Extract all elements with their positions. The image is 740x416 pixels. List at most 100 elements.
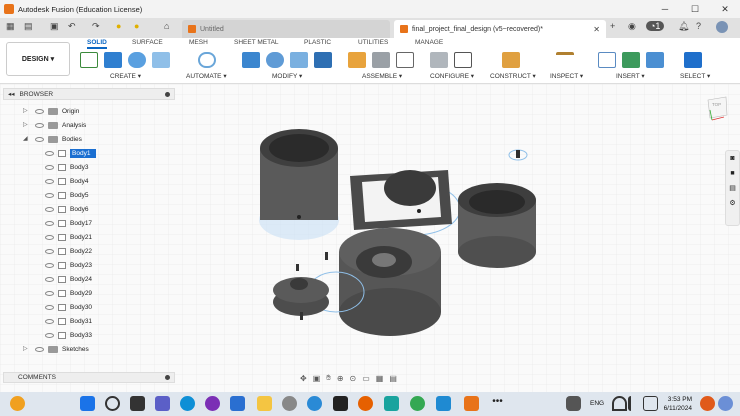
clock[interactable]: 3:53 PM 6/11/2024	[664, 395, 692, 413]
layers-icon[interactable]: ▤	[726, 181, 739, 196]
eye-icon[interactable]	[45, 318, 54, 324]
shell-icon[interactable]	[314, 52, 332, 68]
browser-item-sketches[interactable]: Sketches	[35, 343, 89, 355]
tab-mesh[interactable]: MESH	[189, 39, 208, 46]
app-icon[interactable]	[205, 396, 220, 411]
tab-plastic[interactable]: PLASTIC	[304, 39, 331, 46]
plane-icon[interactable]	[502, 52, 520, 68]
table-icon[interactable]	[454, 52, 472, 68]
eye-icon[interactable]	[45, 332, 54, 338]
joint-icon[interactable]	[372, 52, 390, 68]
grid-icon[interactable]: ▦	[6, 21, 15, 32]
tab-utilities[interactable]: UTILITIES	[358, 39, 388, 46]
minimize-button[interactable]: ─	[650, 0, 680, 18]
tab-sheet-metal[interactable]: SHEET METAL	[234, 39, 279, 46]
browser-header[interactable]: ◂◂ BROWSER	[3, 88, 175, 100]
tray-icon[interactable]	[566, 396, 581, 411]
chamfer-icon[interactable]	[290, 52, 308, 68]
tab-manage[interactable]: MANAGE	[415, 39, 443, 46]
orbit-icon[interactable]: ✥	[300, 374, 307, 383]
construct-menu[interactable]: CONSTRUCT ▾	[490, 72, 536, 80]
browser-item-analysis[interactable]: Analysis	[35, 119, 86, 131]
browser-item-body1[interactable]: Body1	[45, 147, 97, 159]
box-icon[interactable]	[152, 52, 170, 68]
tab-final-project[interactable]: final_project_final_design (v5~recovered…	[394, 20, 606, 38]
file-explorer-icon[interactable]	[257, 396, 272, 411]
eye-icon[interactable]	[45, 234, 54, 240]
help-icon[interactable]: ?	[696, 21, 701, 31]
browser-item-bodies[interactable]: Bodies	[35, 133, 82, 145]
browser-item-body22[interactable]: Body22	[45, 245, 92, 257]
browser-item-body6[interactable]: Body6	[45, 203, 88, 215]
canvas-icon[interactable]	[646, 52, 664, 68]
add-icon[interactable]: +	[610, 21, 615, 31]
undo-icon[interactable]: ↶	[68, 21, 76, 32]
revolve-icon[interactable]	[128, 52, 146, 68]
eye-icon[interactable]	[45, 276, 54, 282]
task-view-icon[interactable]	[130, 396, 145, 411]
browser-item-body21[interactable]: Body21	[45, 231, 92, 243]
expand-icon[interactable]: ▷	[23, 345, 28, 352]
select-icon[interactable]	[684, 52, 702, 68]
firefox-icon[interactable]	[358, 396, 373, 411]
browser-item-body17[interactable]: Body17	[45, 217, 92, 229]
display-settings-icon[interactable]: ▭	[362, 374, 370, 383]
browser-item-body3[interactable]: Body3	[45, 161, 88, 173]
eye-icon[interactable]	[35, 346, 44, 352]
file-icon[interactable]: ▤	[24, 21, 33, 32]
configure-icon[interactable]	[430, 52, 448, 68]
home-icon[interactable]: ⌂	[164, 21, 169, 31]
insert-mesh-icon[interactable]	[622, 52, 640, 68]
notification-icon[interactable]: 🔔︎	[678, 21, 689, 32]
collapse-icon[interactable]: ◂◂	[8, 90, 15, 98]
as-built-joint-icon[interactable]	[396, 52, 414, 68]
extensions-icon[interactable]: ◉	[628, 21, 636, 32]
browser-item-body31[interactable]: Body31	[45, 315, 92, 327]
save-icon[interactable]: ▣	[50, 21, 59, 32]
language-indicator[interactable]: ENG	[590, 400, 604, 407]
telegram-icon[interactable]	[307, 396, 322, 411]
comments-panel[interactable]: COMMENTS	[3, 372, 175, 383]
browser-item-body4[interactable]: Body4	[45, 175, 88, 187]
more-icon[interactable]: •••	[490, 396, 505, 411]
pin-icon[interactable]	[165, 91, 170, 97]
eye-icon[interactable]	[35, 108, 44, 114]
wifi-icon[interactable]	[612, 396, 627, 411]
inspect-menu[interactable]: INSPECT ▾	[550, 72, 583, 80]
browser-item-origin[interactable]: Origin	[35, 105, 79, 117]
eye-icon[interactable]	[45, 206, 54, 212]
viewports-icon[interactable]: ▤	[389, 374, 397, 383]
notification-icon[interactable]	[700, 396, 715, 411]
eye-icon[interactable]	[45, 290, 54, 296]
fusion-taskbar-icon[interactable]	[464, 396, 479, 411]
expand-icon[interactable]: ▷	[23, 121, 28, 128]
new-component-icon[interactable]	[348, 52, 366, 68]
store-icon[interactable]	[230, 396, 245, 411]
eye-icon[interactable]	[45, 220, 54, 226]
select-menu[interactable]: SELECT ▾	[680, 72, 710, 80]
workspace-switcher[interactable]: DESIGN ▾	[6, 42, 70, 76]
eye-icon[interactable]	[45, 192, 54, 198]
chrome-icon[interactable]	[410, 396, 425, 411]
look-at-icon[interactable]: ▣	[313, 374, 321, 383]
teams-icon[interactable]	[155, 396, 170, 411]
close-window-button[interactable]: ✕	[710, 0, 740, 18]
battery-icon[interactable]	[643, 396, 658, 411]
arduino-icon[interactable]	[384, 396, 399, 411]
eye-icon[interactable]	[45, 304, 54, 310]
maximize-button[interactable]: ☐	[680, 0, 710, 18]
browser-item-body30[interactable]: Body30	[45, 301, 92, 313]
copilot-icon[interactable]	[718, 396, 733, 411]
gear-icon[interactable]: ⚙︎	[726, 196, 739, 211]
vscode-icon[interactable]	[436, 396, 451, 411]
zoom-icon[interactable]: ⊕	[337, 374, 344, 383]
camera-icon[interactable]: ◙	[726, 151, 739, 166]
eye-icon[interactable]	[45, 178, 54, 184]
job-status-icon[interactable]: ◔1	[646, 21, 665, 31]
tab-surface[interactable]: SURFACE	[132, 39, 163, 46]
press-pull-icon[interactable]	[242, 52, 260, 68]
edge-icon[interactable]	[180, 396, 195, 411]
create-menu[interactable]: CREATE ▾	[110, 72, 141, 80]
browser-item-body29[interactable]: Body29	[45, 287, 92, 299]
tab-untitled[interactable]: Untitled	[182, 20, 390, 38]
